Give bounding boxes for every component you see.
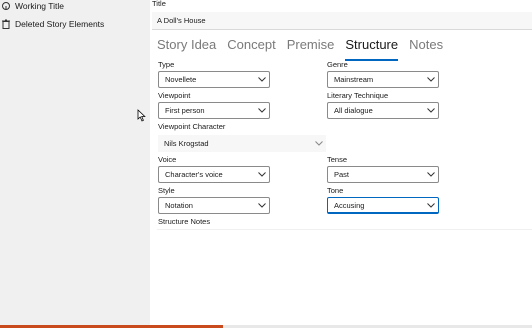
- tab-notes[interactable]: Notes: [409, 37, 443, 57]
- tone-dropdown[interactable]: Accusing: [327, 197, 439, 214]
- type-value: Novellete: [165, 75, 197, 84]
- chevron-down-icon: [255, 77, 269, 82]
- chevron-down-icon: [255, 203, 269, 208]
- type-label: Type: [158, 60, 175, 69]
- chevron-down-icon: [255, 108, 269, 113]
- genre-label: Genre: [327, 60, 348, 69]
- sidebar-item-working-title[interactable]: Working Title: [0, 0, 64, 15]
- tab-premise[interactable]: Premise: [287, 37, 335, 57]
- tab-structure[interactable]: Structure: [345, 37, 398, 61]
- literary-technique-dropdown[interactable]: All dialogue: [327, 102, 439, 119]
- type-dropdown[interactable]: Novellete: [158, 71, 270, 88]
- title-label: Title: [152, 0, 166, 8]
- viewpoint-character-value: Nils Krogstad: [164, 139, 209, 148]
- tone-value: Accusing: [334, 200, 365, 210]
- voice-value: Character's voice: [165, 170, 223, 179]
- structure-notes-textarea[interactable]: [157, 229, 532, 325]
- voice-label: Voice: [158, 155, 177, 164]
- voice-dropdown[interactable]: Character's voice: [158, 166, 270, 183]
- style-label: Style: [158, 186, 175, 195]
- structure-notes-label: Structure Notes: [158, 217, 211, 226]
- tab-concept[interactable]: Concept: [227, 37, 275, 57]
- viewpoint-character-label: Viewpoint Character: [158, 122, 226, 131]
- chevron-down-icon: [424, 202, 438, 208]
- sidebar-item-label: Deleted Story Elements: [15, 19, 105, 29]
- style-dropdown[interactable]: Notation: [158, 197, 270, 214]
- sidebar-item-label: Working Title: [15, 1, 64, 11]
- viewpoint-value: First person: [165, 106, 205, 115]
- tense-value: Past: [334, 170, 350, 179]
- chevron-down-icon: [424, 77, 438, 82]
- title-value: A Doll's House: [157, 16, 206, 25]
- genre-value: Mainstream: [334, 75, 374, 84]
- viewpoint-dropdown[interactable]: First person: [158, 102, 270, 119]
- tone-label: Tone: [327, 186, 344, 195]
- style-value: Notation: [165, 201, 193, 210]
- sidebar: Working Title Deleted Story Elements: [0, 0, 150, 328]
- literary-technique-value: All dialogue: [334, 106, 373, 115]
- chevron-down-icon: [312, 141, 326, 146]
- story-icon: [1, 1, 11, 11]
- tab-story-idea[interactable]: Story Idea: [157, 37, 216, 57]
- tense-label: Tense: [327, 155, 348, 164]
- mouse-cursor-icon: [137, 109, 146, 127]
- genre-dropdown[interactable]: Mainstream: [327, 71, 439, 88]
- literary-technique-label: Literary Technique: [327, 91, 389, 100]
- viewpoint-label: Viewpoint: [158, 91, 191, 100]
- chevron-down-icon: [255, 172, 269, 177]
- sidebar-item-deleted-story-elements[interactable]: Deleted Story Elements: [0, 15, 104, 33]
- chevron-down-icon: [424, 172, 438, 177]
- chevron-down-icon: [424, 108, 438, 113]
- trash-icon: [1, 19, 11, 29]
- title-input[interactable]: A Doll's House: [152, 12, 532, 30]
- viewpoint-character-dropdown[interactable]: Nils Krogstad: [158, 135, 326, 152]
- tense-dropdown[interactable]: Past: [327, 166, 439, 183]
- tab-bar: Story Idea Concept Premise Structure Not…: [157, 37, 454, 61]
